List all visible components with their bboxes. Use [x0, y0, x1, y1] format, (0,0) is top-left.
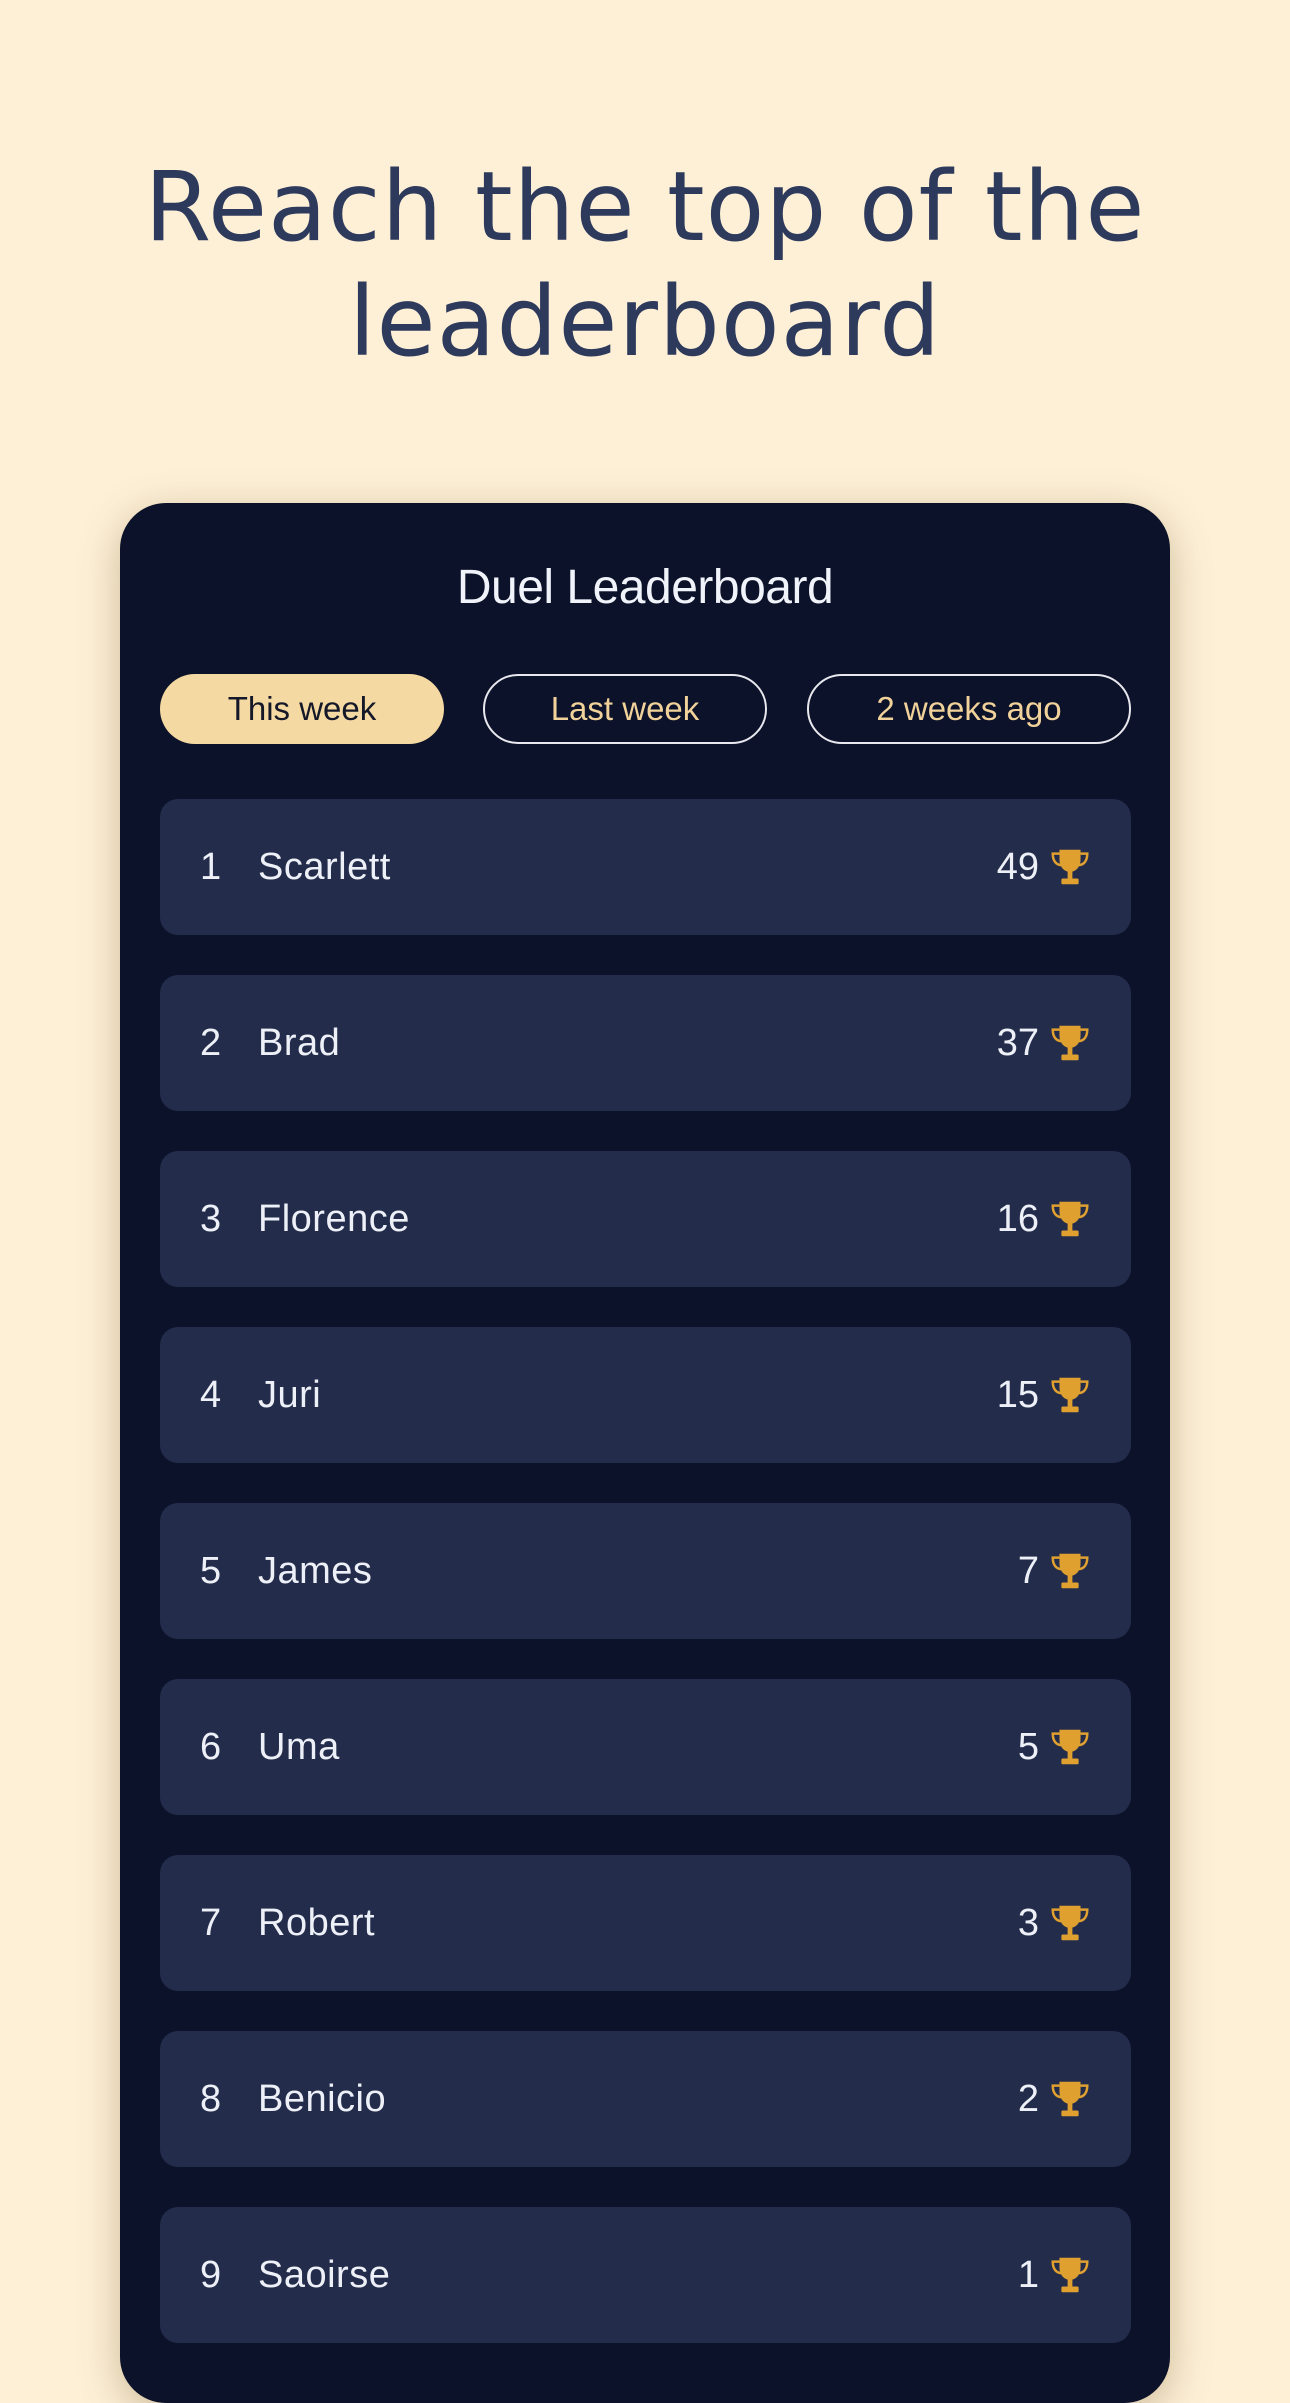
tab-last-week[interactable]: Last week: [483, 674, 767, 744]
headline-line-1: Reach the top of the: [144, 151, 1146, 263]
rank-number: 4: [200, 1373, 222, 1416]
leaderboard-title: Duel Leaderboard: [456, 561, 834, 614]
trophy-icon: [1051, 2257, 1089, 2293]
trophy-icon: [1051, 1905, 1089, 1941]
player-name: Scarlett: [258, 845, 391, 888]
rank-number: 2: [200, 1021, 222, 1064]
leaderboard-row[interactable]: 7 Robert 3: [160, 1855, 1131, 1991]
player-name: James: [258, 1549, 373, 1592]
player-name: Brad: [258, 1021, 341, 1064]
tab-label: This week: [227, 690, 377, 727]
trophy-icon: [1051, 849, 1089, 885]
leaderboard-row[interactable]: 8 Benicio 2: [160, 2031, 1131, 2167]
score-group: 1: [1018, 2252, 1093, 2298]
leaderboard-card: Duel Leaderboard This week Last week 2 w…: [120, 503, 1170, 2403]
rank-number: 3: [200, 1197, 222, 1240]
leaderboard-list: 1 Scarlett 49 2 Brad 37 3 Florence 16 4 …: [160, 799, 1131, 2383]
trophy-count: 7: [1017, 1549, 1039, 1592]
score-group: 37: [997, 1020, 1093, 1066]
player-name: Robert: [258, 1901, 376, 1944]
trophy-icon: [1051, 2081, 1089, 2117]
tab-2-weeks-ago[interactable]: 2 weeks ago: [807, 674, 1131, 744]
score-group: 49: [997, 844, 1093, 890]
player-name: Juri: [258, 1373, 322, 1416]
rank-number: 5: [200, 1549, 222, 1592]
trophy-count: 16: [996, 1197, 1039, 1240]
rank-number: 9: [200, 2253, 222, 2296]
leaderboard-row[interactable]: 6 Uma 5: [160, 1679, 1131, 1815]
player-name: Benicio: [258, 2077, 387, 2120]
rank-number: 1: [200, 845, 222, 888]
tab-label: 2 weeks ago: [876, 690, 1062, 727]
score-group: 5: [1018, 1724, 1093, 1770]
trophy-count: 1: [1017, 2253, 1039, 2296]
tab-label: Last week: [550, 690, 700, 727]
trophy-icon: [1051, 1201, 1089, 1237]
trophy-icon: [1051, 1025, 1089, 1061]
rank-number: 6: [200, 1725, 222, 1768]
rank-number: 8: [200, 2077, 222, 2120]
headline-line-2: leaderboard: [348, 266, 942, 378]
player-name: Florence: [258, 1197, 410, 1240]
trophy-count: 2: [1017, 2077, 1039, 2120]
tab-this-week[interactable]: This week: [160, 674, 444, 744]
trophy-icon: [1051, 1553, 1089, 1589]
trophy-icon: [1051, 1377, 1089, 1413]
trophy-count: 49: [996, 845, 1039, 888]
score-group: 7: [1018, 1548, 1093, 1594]
score-group: 2: [1018, 2076, 1093, 2122]
score-group: 3: [1018, 1900, 1093, 1946]
trophy-icon: [1051, 1729, 1089, 1765]
player-name: Saoirse: [258, 2253, 391, 2296]
leaderboard-row[interactable]: 2 Brad 37: [160, 975, 1131, 1111]
leaderboard-row[interactable]: 3 Florence 16: [160, 1151, 1131, 1287]
rank-number: 7: [200, 1901, 222, 1944]
trophy-count: 15: [996, 1373, 1039, 1416]
leaderboard-row[interactable]: 4 Juri 15: [160, 1327, 1131, 1463]
leaderboard-row[interactable]: 9 Saoirse 1: [160, 2207, 1131, 2343]
trophy-count: 37: [996, 1021, 1039, 1064]
score-group: 16: [997, 1196, 1093, 1242]
page-headline: Reach the top of the leaderboard: [0, 150, 1290, 380]
player-name: Uma: [258, 1725, 340, 1768]
trophy-count: 5: [1017, 1725, 1039, 1768]
trophy-count: 3: [1017, 1901, 1039, 1944]
score-group: 15: [997, 1372, 1093, 1418]
leaderboard-row[interactable]: 1 Scarlett 49: [160, 799, 1131, 935]
leaderboard-row[interactable]: 5 James 7: [160, 1503, 1131, 1639]
